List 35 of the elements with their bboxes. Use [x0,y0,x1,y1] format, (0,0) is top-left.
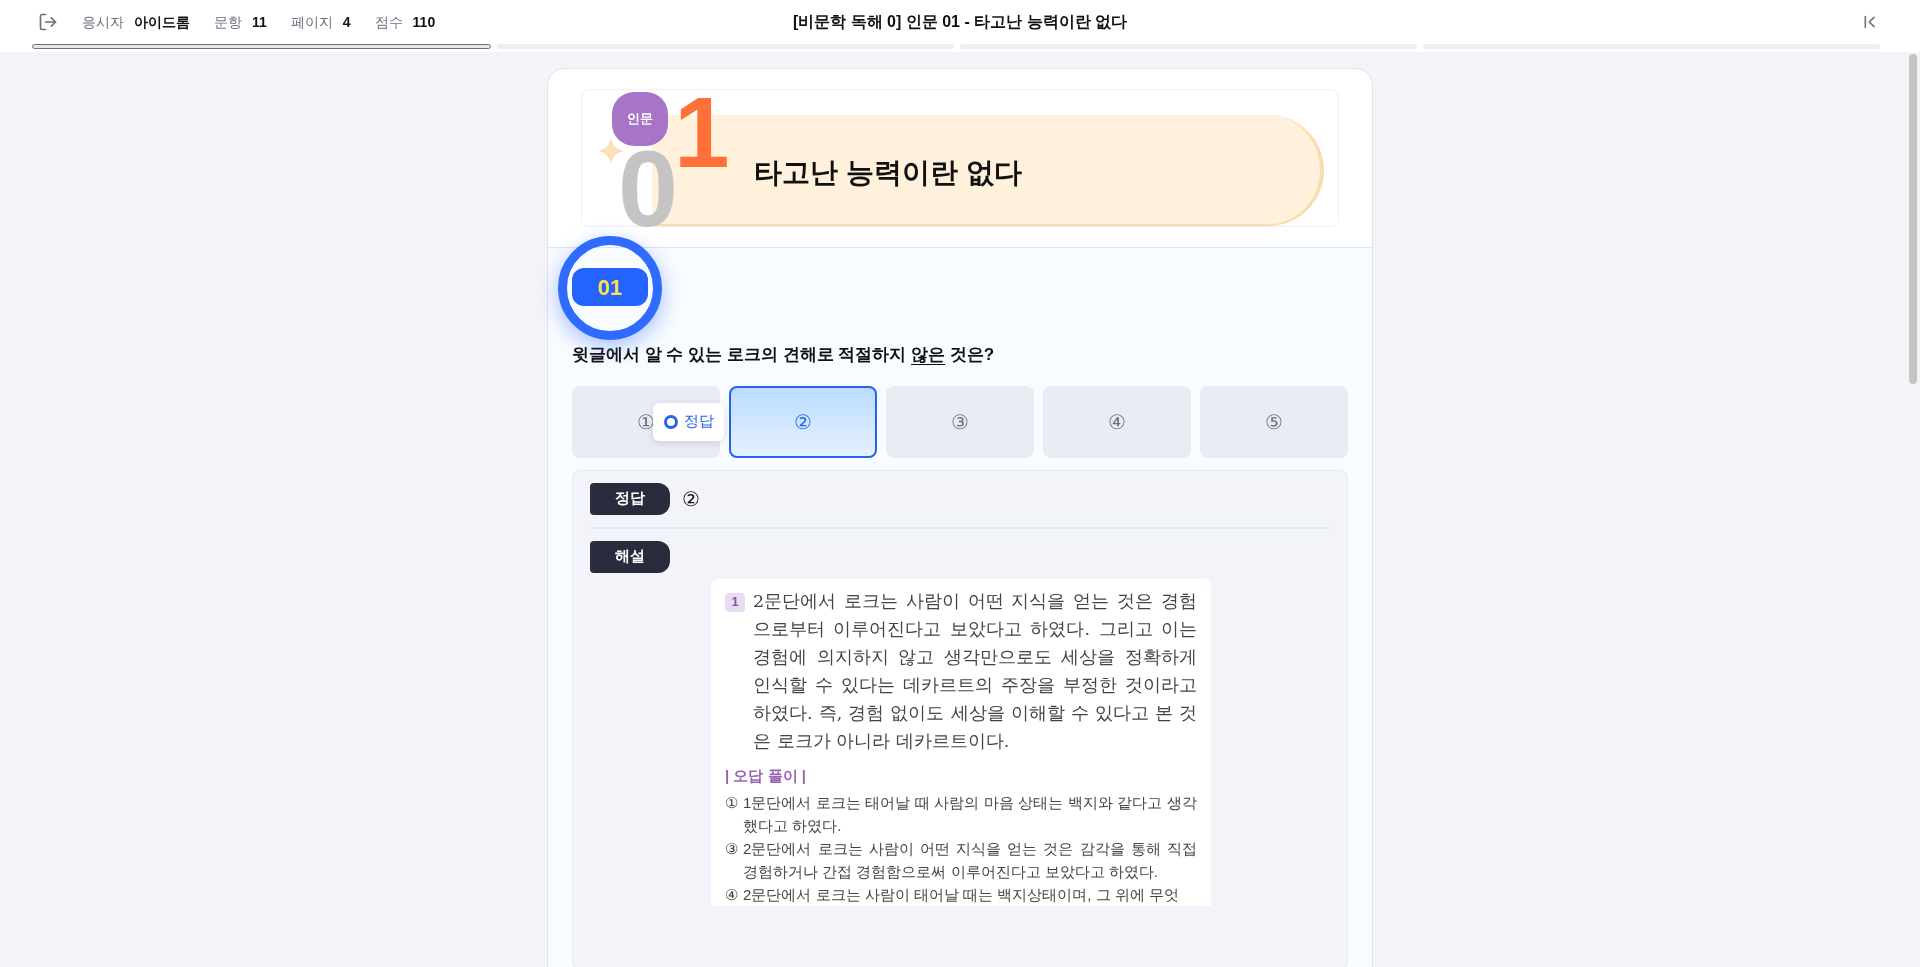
explanation-item: 1문단에서 로크는 태어날 때 사람의 마음 상태는 백지와 같다고 생각했다고 하였다. [743,793,1197,836]
explanation-label: 해설 [590,540,670,573]
circle-icon [663,413,679,430]
stat-value: 11 [252,12,267,32]
explanation-item: 2문단에서 로크는 사람이 태어날 때는 백지상태이며, 그 위에 무엇 [743,885,1179,905]
stat-value: 아이드롬 [134,12,190,32]
collapse-icon[interactable] [1862,14,1878,30]
stat-label: 페이지 [290,12,333,32]
exit-icon[interactable] [38,12,58,32]
explanation-paragraph: 2문단에서 로크는 사람이 어떤 지식을 얻는 것은 경험으로부터 이루어진다고 보았다고 하였다. 그리고 이는 경험에 의지하지 않고 생각만으로도 세상을 정확하게 인식할 수 있다는 데카르트의 주장을 부정한 것이라고 하였다. 즉, 경험 없이도 세상을 이해할 수 있다고 본 것은 로크가 아니라 데카르트이다. [753,589,1197,753]
choice-button[interactable]: ② [729,385,877,458]
scrollbar-thumb[interactable] [1909,54,1917,384]
stat-label: 점수 [374,12,403,32]
stat-label: 문항 [214,12,242,32]
wrong-answer-heading: | 오답 풀이 | [725,765,807,786]
question-number: 01 [572,268,648,306]
answer-label: 정답 [590,482,670,515]
tooltip-label: 정답 [684,411,714,432]
stat-value: 110 [412,12,436,32]
stat-label: 응시자 [82,12,124,32]
category-badge: 인문 [612,92,668,146]
choice-button[interactable]: ⑤ [1200,385,1348,458]
number-badge: 1 [725,592,745,612]
page-title: [비문학 독해 0] 인문 01 - 타고난 능력이란 없다 [792,12,1128,32]
item-marker: ③ [725,839,739,859]
choice-button[interactable]: ③ [886,385,1034,458]
banner-title: 타고난 능력이란 없다 [754,156,1022,190]
question-text: 윗글에서 알 수 있는 로크의 견해로 적절하지 않은 것은? [572,344,996,366]
item-marker: ④ [725,885,739,905]
progress-segment[interactable] [32,44,491,49]
answer-value: ② [682,486,700,512]
stat-value: 4 [342,12,351,32]
explanation-item: 2문단에서 로크는 사람이 어떤 지식을 얻는 것은 감각을 통해 직접 경험하거나 간접 경험함으로써 이루어진다고 보았다고 하였다. [743,839,1197,882]
item-marker: ① [725,793,739,813]
choice-button[interactable]: ④ [1043,385,1191,458]
